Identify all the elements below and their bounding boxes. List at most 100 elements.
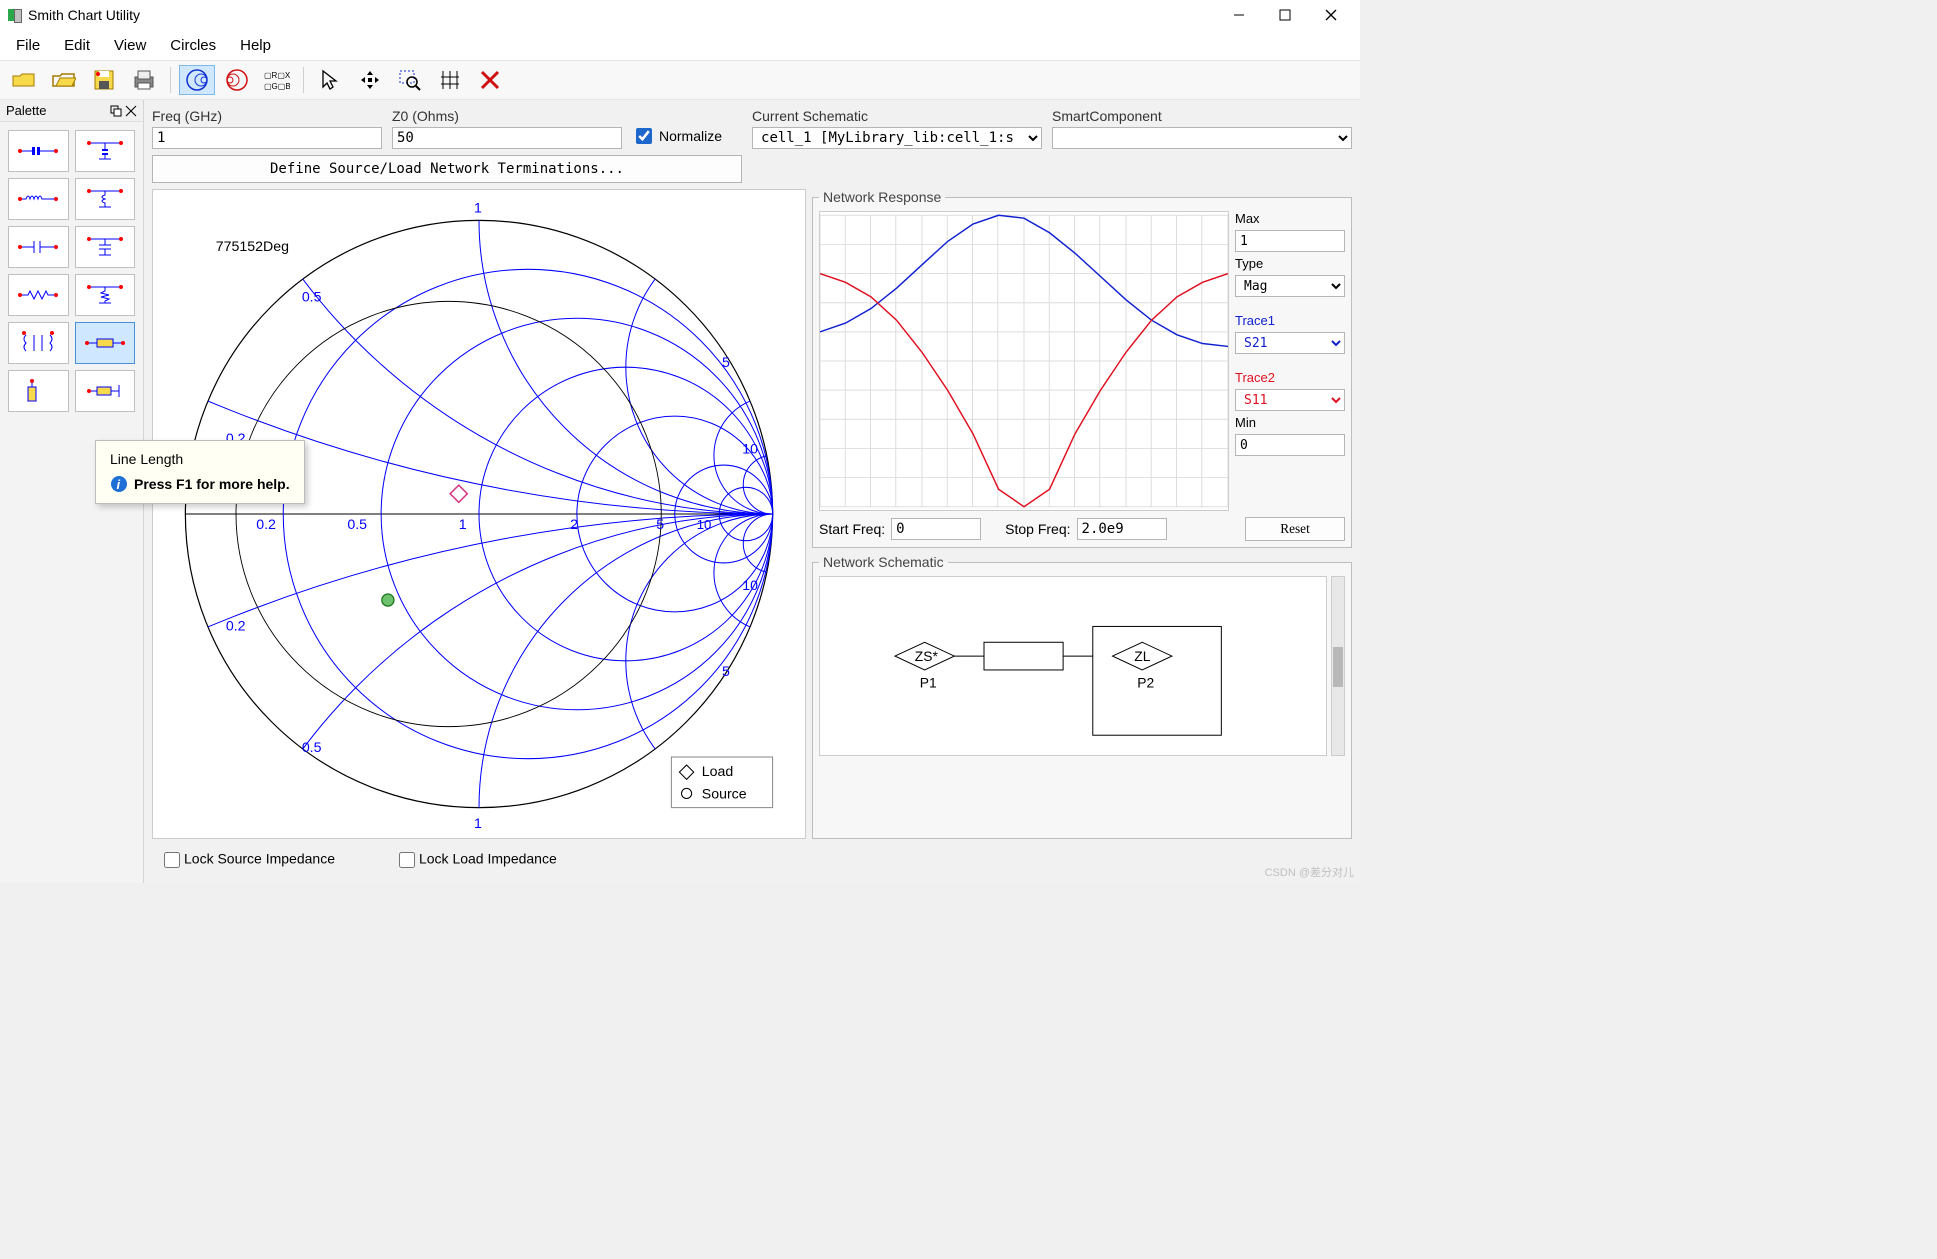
tooltip-title: Line Length: [110, 451, 290, 467]
palette-stub-open[interactable]: [8, 370, 69, 412]
palette-shunt-r[interactable]: [75, 274, 136, 316]
stop-freq-label: Stop Freq:: [1005, 521, 1070, 537]
svg-text:▢G▢B: ▢G▢B: [264, 82, 290, 91]
smith-svg: 0.2 0.2 0.5 0.5 1 1 5 5 10 10 0.2 0.5: [153, 190, 805, 838]
menu-help[interactable]: Help: [230, 33, 281, 58]
svg-text:1: 1: [459, 517, 467, 533]
svg-text:i: i: [117, 477, 121, 492]
type-select[interactable]: Mag: [1235, 275, 1345, 297]
delete-icon[interactable]: [472, 65, 508, 95]
svg-text:10: 10: [742, 441, 758, 457]
smith-readout: 775152Deg: [216, 239, 289, 255]
pan-icon[interactable]: [352, 65, 388, 95]
svg-text:5: 5: [722, 664, 730, 680]
freq-label: Freq (GHz): [152, 108, 382, 124]
toolbar: ▢R▢X ▢G▢B: [0, 60, 1360, 100]
trace2-label: Trace2: [1235, 370, 1345, 385]
palette-line-length[interactable]: [75, 322, 136, 364]
menu-file[interactable]: File: [6, 33, 50, 58]
palette-shunt-cap[interactable]: [75, 226, 136, 268]
window-title: Smith Chart Utility: [28, 7, 140, 23]
max-label: Max: [1235, 211, 1345, 226]
minimize-button[interactable]: [1216, 0, 1262, 30]
freq-input[interactable]: [152, 127, 382, 149]
normalize-checkbox[interactable]: [636, 128, 652, 144]
palette-stub-short[interactable]: [75, 370, 136, 412]
maximize-button[interactable]: [1262, 0, 1308, 30]
palette-series-c[interactable]: [8, 130, 69, 172]
smith-y-icon[interactable]: [219, 65, 255, 95]
svg-text:0.5: 0.5: [302, 740, 322, 756]
palette-series-l[interactable]: [8, 178, 69, 220]
grid-snap-icon[interactable]: [432, 65, 468, 95]
svg-text:1: 1: [474, 200, 482, 216]
stop-freq-input[interactable]: [1077, 518, 1167, 540]
palette-header: Palette: [0, 100, 143, 122]
svg-text:2: 2: [570, 517, 578, 533]
smith-chart[interactable]: 0.2 0.2 0.5 0.5 1 1 5 5 10 10 0.2 0.5: [152, 189, 806, 839]
trace1-label: Trace1: [1235, 313, 1345, 328]
palette-close-icon[interactable]: [125, 105, 137, 117]
menu-circles[interactable]: Circles: [160, 33, 226, 58]
network-schematic-title: Network Schematic: [819, 554, 948, 570]
info-icon: i: [110, 475, 128, 493]
schematic-scrollbar[interactable]: [1331, 576, 1345, 756]
reset-button[interactable]: Reset: [1245, 517, 1345, 541]
palette-shunt-c[interactable]: [75, 130, 136, 172]
min-label: Min: [1235, 415, 1345, 430]
svg-text:5: 5: [722, 355, 730, 371]
palette-series-r[interactable]: [8, 274, 69, 316]
menu-edit[interactable]: Edit: [54, 33, 100, 58]
type-label: Type: [1235, 256, 1345, 271]
svg-text:10: 10: [742, 578, 758, 594]
network-response-title: Network Response: [819, 189, 945, 205]
close-button[interactable]: [1308, 0, 1354, 30]
zoom-rect-icon[interactable]: [392, 65, 428, 95]
z0-input[interactable]: [392, 127, 622, 149]
trace1-select[interactable]: S21: [1235, 332, 1345, 354]
svg-text:P2: P2: [1137, 675, 1154, 691]
palette-shunt-l[interactable]: [75, 178, 136, 220]
svg-text:Source: Source: [702, 787, 747, 803]
svg-text:0.5: 0.5: [302, 289, 322, 305]
smith-z-icon[interactable]: [179, 65, 215, 95]
smartcomponent-label: SmartComponent: [1052, 108, 1352, 124]
open-folder-icon[interactable]: [6, 65, 42, 95]
svg-text:ZL: ZL: [1134, 648, 1150, 664]
print-icon[interactable]: [126, 65, 162, 95]
trace2-select[interactable]: S11: [1235, 389, 1345, 411]
palette-transformer[interactable]: [8, 322, 69, 364]
lock-source-checkbox[interactable]: Lock Source Impedance: [160, 849, 335, 871]
save-icon[interactable]: [86, 65, 122, 95]
response-plot[interactable]: [819, 211, 1229, 511]
define-terminations-button[interactable]: Define Source/Load Network Terminations.…: [152, 155, 742, 183]
svg-text:0.2: 0.2: [256, 517, 276, 533]
min-input[interactable]: [1235, 434, 1345, 456]
svg-text:0.5: 0.5: [347, 517, 367, 533]
schematic-canvas[interactable]: ZS* P1 ZL P2: [819, 576, 1327, 756]
svg-text:Load: Load: [702, 764, 734, 780]
tooltip-help: Press F1 for more help.: [134, 476, 290, 492]
svg-text:5: 5: [656, 517, 664, 533]
app-icon: [6, 7, 22, 23]
lock-load-checkbox[interactable]: Lock Load Impedance: [395, 849, 557, 871]
network-schematic-panel: Network Schematic ZS* P1: [812, 554, 1352, 839]
max-input[interactable]: [1235, 230, 1345, 252]
svg-text:1: 1: [474, 816, 482, 832]
start-freq-input[interactable]: [891, 518, 981, 540]
svg-text:▢R▢X: ▢R▢X: [264, 71, 290, 80]
palette-undock-icon[interactable]: [110, 105, 122, 117]
pointer-icon[interactable]: [312, 65, 348, 95]
svg-text:10: 10: [697, 517, 712, 532]
menu-view[interactable]: View: [104, 33, 156, 58]
palette-title: Palette: [6, 103, 46, 118]
smartcomponent-select[interactable]: [1052, 127, 1352, 149]
rx-annotate-icon[interactable]: ▢R▢X ▢G▢B: [259, 65, 295, 95]
title-bar: Smith Chart Utility: [0, 0, 1360, 30]
menu-bar: File Edit View Circles Help: [0, 30, 1360, 60]
current-schematic-select[interactable]: cell_1 [MyLibrary_lib:cell_1:s: [752, 127, 1042, 149]
svg-text:0.2: 0.2: [226, 618, 246, 634]
start-freq-label: Start Freq:: [819, 521, 885, 537]
palette-series-cap[interactable]: [8, 226, 69, 268]
open-project-icon[interactable]: [46, 65, 82, 95]
